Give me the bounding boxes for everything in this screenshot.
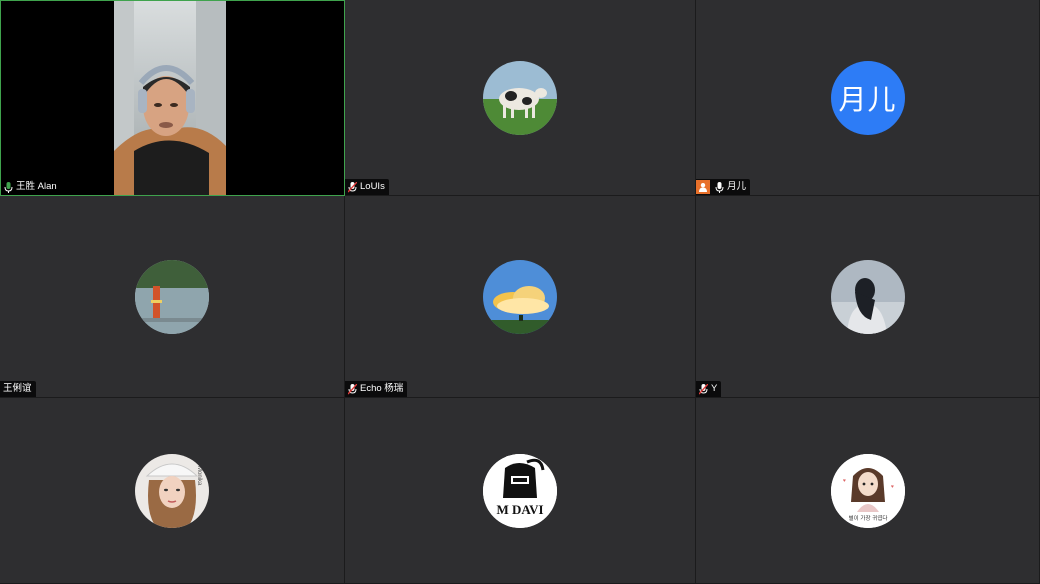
- participant-name: 月儿: [727, 181, 747, 192]
- microphone-muted-icon: [347, 383, 358, 395]
- participant-name-label: 月儿: [696, 179, 751, 195]
- participant-name: 王俐谊: [3, 383, 32, 394]
- participant-tile[interactable]: LoUIs: [345, 0, 696, 196]
- participant-tile[interactable]: 王俐谊: [0, 196, 345, 398]
- participant-tile-video[interactable]: 王胜 Alan: [0, 0, 345, 196]
- avatar-logo-text: M DAVI: [496, 502, 543, 517]
- participant-name: LoUIs: [360, 181, 385, 192]
- participant-avatar: [135, 259, 209, 334]
- participant-avatar: Monika: [135, 453, 209, 528]
- participant-avatar-initials: 月儿: [830, 60, 905, 135]
- participant-tile[interactable]: M DAVI: [345, 398, 696, 584]
- video-gallery: 王胜 Alan LoUIs 月儿 月儿 王俐谊 Echo 杨瑞 Y Monika…: [0, 0, 1040, 584]
- participant-name-label: Echo 杨瑞: [345, 381, 408, 397]
- participant-avatar: [483, 259, 557, 334]
- participant-name-label: Y: [696, 381, 722, 397]
- participant-tile[interactable]: Y: [696, 196, 1040, 398]
- participant-name-label: LoUIs: [345, 179, 389, 195]
- host-person-icon: [696, 180, 710, 194]
- avatar-side-text: Monika: [196, 466, 202, 486]
- microphone-active-icon: [4, 181, 13, 193]
- participant-name: 王胜 Alan: [16, 181, 57, 192]
- microphone-muted-icon: [698, 383, 709, 395]
- participant-avatar: M DAVI: [483, 453, 557, 528]
- participant-tile[interactable]: 月儿 月儿: [696, 0, 1040, 196]
- participant-tile[interactable]: Echo 杨瑞: [345, 196, 696, 398]
- participant-avatar: [830, 259, 905, 334]
- svg-text:♥: ♥: [891, 484, 894, 490]
- microphone-muted-icon: [347, 181, 358, 193]
- microphone-icon: [715, 181, 724, 193]
- participant-name: Y: [711, 383, 718, 394]
- participant-avatar: [483, 60, 557, 135]
- svg-text:♥: ♥: [843, 478, 846, 484]
- participant-tile[interactable]: 별이 가장 귀엽다 ♥ ♥: [696, 398, 1040, 584]
- participant-name: Echo 杨瑞: [360, 383, 404, 394]
- participant-video-feed: [114, 1, 226, 195]
- participant-name-label: 王胜 Alan: [1, 179, 61, 195]
- participant-tile[interactable]: Monika: [0, 398, 345, 584]
- avatar-caption: 별이 가장 귀엽다: [848, 514, 887, 522]
- participant-name-label: 王俐谊: [0, 381, 36, 397]
- participant-avatar: 별이 가장 귀엽다 ♥ ♥: [830, 453, 905, 528]
